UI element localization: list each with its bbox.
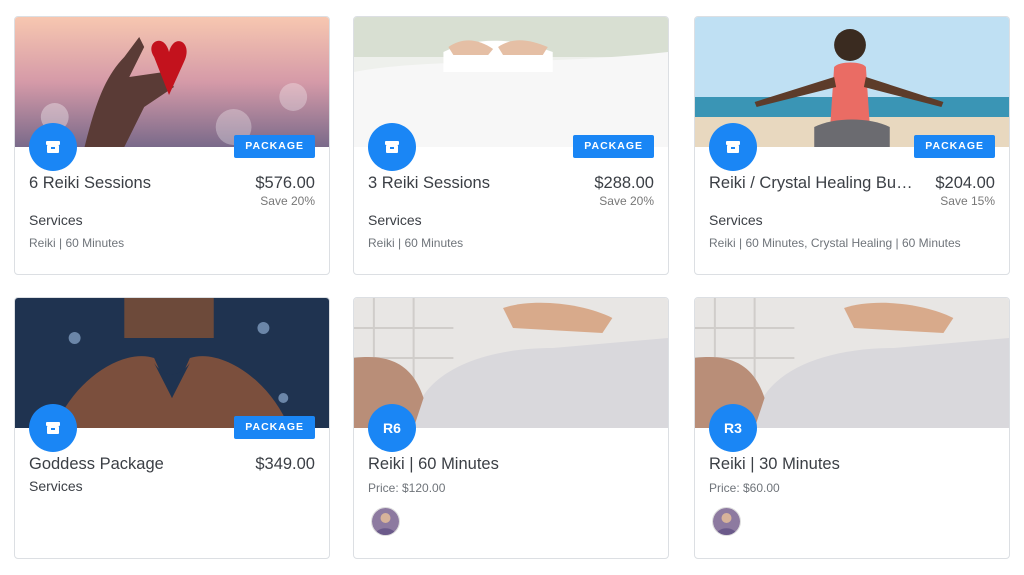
card-savings: Save 20% <box>260 194 315 208</box>
card-price: Price: $120.00 <box>368 481 446 495</box>
package-icon-circle <box>368 123 416 171</box>
card-price: Price: $60.00 <box>709 481 780 495</box>
card-price: $288.00 <box>594 174 654 192</box>
card-title: Reiki / Crystal Healing Bun... <box>709 174 914 192</box>
package-badge: PACKAGE <box>914 135 995 158</box>
card-category: Services <box>709 212 763 228</box>
card-category: Services <box>29 212 83 228</box>
archive-box-icon <box>385 141 399 153</box>
card-price: $576.00 <box>255 174 315 192</box>
package-card-goddess[interactable]: PACKAGE Goddess Package $349.00 Services <box>14 297 330 559</box>
card-savings: Save 15% <box>940 194 995 208</box>
package-badge: PACKAGE <box>234 416 315 439</box>
service-initials-circle: R6 <box>368 404 416 452</box>
card-title: Reiki | 30 Minutes <box>709 455 840 473</box>
practitioner-avatar[interactable] <box>712 507 741 536</box>
card-price: $349.00 <box>255 455 315 473</box>
card-title: 6 Reiki Sessions <box>29 174 151 192</box>
package-icon-circle <box>29 404 77 452</box>
package-card-3-reiki[interactable]: PACKAGE 3 Reiki Sessions $288.00 Save 20… <box>353 16 669 275</box>
card-category: Services <box>368 212 422 228</box>
package-card-crystal-bundle[interactable]: PACKAGE Reiki / Crystal Healing Bun... $… <box>694 16 1010 275</box>
service-initials-circle: R3 <box>709 404 757 452</box>
package-badge: PACKAGE <box>234 135 315 158</box>
card-savings: Save 20% <box>599 194 654 208</box>
practitioner-avatar[interactable] <box>371 507 400 536</box>
card-title: Reiki | 60 Minutes <box>368 455 499 473</box>
archive-box-icon <box>726 141 740 153</box>
package-icon-circle <box>709 123 757 171</box>
card-category: Services <box>29 478 83 494</box>
card-title: Goddess Package <box>29 455 164 473</box>
service-card-reiki-60[interactable]: R6 Reiki | 60 Minutes Price: $120.00 <box>353 297 669 559</box>
archive-box-icon <box>46 141 60 153</box>
offerings-grid: PACKAGE 6 Reiki Sessions $576.00 Save 20… <box>0 0 1024 575</box>
archive-box-icon <box>46 422 60 434</box>
card-services: Reiki | 60 Minutes <box>368 236 464 250</box>
card-price: $204.00 <box>935 174 995 192</box>
card-services: Reiki | 60 Minutes, Crystal Healing | 60… <box>709 236 961 250</box>
package-badge: PACKAGE <box>573 135 654 158</box>
card-services: Reiki | 60 Minutes <box>29 236 125 250</box>
service-card-reiki-30[interactable]: R3 Reiki | 30 Minutes Price: $60.00 <box>694 297 1010 559</box>
package-card-6-reiki[interactable]: PACKAGE 6 Reiki Sessions $576.00 Save 20… <box>14 16 330 275</box>
package-icon-circle <box>29 123 77 171</box>
card-title: 3 Reiki Sessions <box>368 174 490 192</box>
